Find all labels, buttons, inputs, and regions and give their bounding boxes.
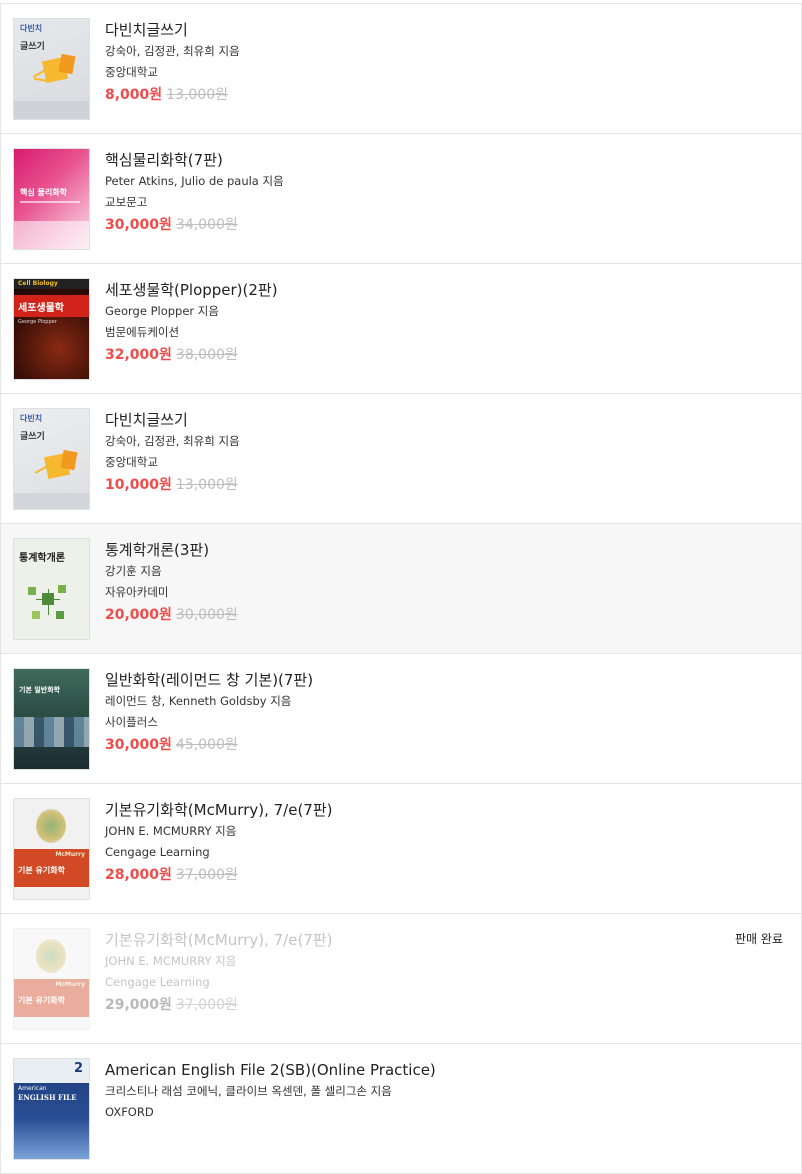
sale-price: 10,000원	[105, 477, 172, 493]
cover-text: 글쓰기	[20, 432, 45, 442]
book-publisher: 교보문고	[105, 195, 148, 209]
cover-text: 통계학개론	[19, 553, 65, 564]
sale-price: 8,000원	[105, 87, 163, 103]
book-publisher: Cengage Learning	[105, 845, 210, 859]
book-author: JOHN E. MCMURRY 지음	[105, 954, 237, 968]
original-price: 37,000원	[175, 867, 238, 883]
cover-text: McMurry	[55, 851, 85, 858]
cover-text: George Plopper	[18, 319, 57, 325]
book-title[interactable]: 세포생물학(Plopper)(2판)	[105, 280, 691, 300]
sale-price: 30,000원	[105, 217, 172, 233]
book-cover[interactable]: 2 American ENGLISH FILE	[14, 1059, 89, 1159]
book-item[interactable]: 핵심 물리화학 핵심물리화학(7판) Peter Atkins, Julio d…	[1, 134, 801, 264]
book-title[interactable]: 다빈치글쓰기	[105, 20, 691, 40]
book-author: George Plopper 지음	[105, 304, 219, 318]
book-publisher: 범문에듀케이션	[105, 325, 180, 339]
book-cover[interactable]: 다빈치 글쓰기	[14, 409, 89, 509]
cover-text: 글쓰기	[20, 42, 45, 52]
original-price: 37,000원	[175, 997, 238, 1013]
book-title[interactable]: 통계학개론(3판)	[105, 540, 691, 560]
book-item[interactable]: 2 American ENGLISH FILE American English…	[1, 1044, 801, 1174]
book-cover[interactable]: 다빈치 글쓰기	[14, 19, 89, 119]
cover-text: 기본 유기화학	[18, 996, 65, 1005]
cover-text: Cell Biology	[18, 280, 58, 287]
cover-text: McMurry	[55, 981, 85, 988]
original-price: 30,000원	[175, 607, 238, 623]
book-publisher: 중앙대학교	[105, 65, 158, 79]
cover-text: ENGLISH FILE	[18, 1093, 77, 1102]
book-cover[interactable]: 통계학개론	[14, 539, 89, 639]
original-price: 13,000원	[166, 87, 229, 103]
book-item[interactable]: 통계학개론 통계학개론(3판) 강기훈 지음 자유아카데미 20,000원 30,…	[1, 524, 801, 654]
book-title[interactable]: 기본유기화학(McMurry), 7/e(7판)	[105, 800, 691, 820]
sale-price: 30,000원	[105, 737, 172, 753]
book-author: 강기훈 지음	[105, 564, 162, 578]
cover-text: 세포생물학	[18, 303, 64, 314]
book-item[interactable]: McMurry 기본 유기화학 기본유기화학(McMurry), 7/e(7판)…	[1, 784, 801, 914]
original-price: 13,000원	[175, 477, 238, 493]
sale-price: 20,000원	[105, 607, 172, 623]
sale-price: 28,000원	[105, 867, 172, 883]
book-title[interactable]: 핵심물리화학(7판)	[105, 150, 691, 170]
cover-text: 다빈치	[20, 414, 43, 423]
original-price: 38,000원	[175, 347, 238, 363]
book-author: 레이먼드 창, Kenneth Goldsby 지음	[105, 694, 292, 708]
book-list: 다빈치 글쓰기 다빈치글쓰기 강숙아, 김정관, 최유희 지음 중앙대학교 8,…	[0, 3, 802, 1174]
book-item[interactable]: Cell Biology 세포생물학 George Plopper 세포생물학(…	[1, 264, 801, 394]
book-publisher: Cengage Learning	[105, 975, 210, 989]
book-cover[interactable]: McMurry 기본 유기화학	[14, 799, 89, 899]
sale-price: 32,000원	[105, 347, 172, 363]
book-item[interactable]: 기본 일반화학 일반화학(레이먼드 창 기본)(7판) 레이먼드 창, Kenn…	[1, 654, 801, 784]
book-title[interactable]: 다빈치글쓰기	[105, 410, 691, 430]
sale-price: 29,000원	[105, 997, 172, 1013]
cover-text: American	[18, 1085, 47, 1092]
sold-out-badge: 판매 완료	[735, 932, 783, 946]
book-author: 크리스티나 래섬 코에닉, 클라이브 옥센덴, 폴 셀리그손 지음	[105, 1084, 392, 1098]
book-item[interactable]: 다빈치 글쓰기 다빈치글쓰기 강숙아, 김정관, 최유희 지음 중앙대학교 8,…	[1, 4, 801, 134]
book-author: 강숙아, 김정관, 최유희 지음	[105, 434, 240, 448]
book-author: Peter Atkins, Julio de paula 지음	[105, 174, 284, 188]
book-cover[interactable]: 기본 일반화학	[14, 669, 89, 769]
cover-text: 다빈치	[20, 24, 43, 33]
book-title[interactable]: 기본유기화학(McMurry), 7/e(7판)	[105, 930, 691, 950]
book-author: 강숙아, 김정관, 최유희 지음	[105, 44, 240, 58]
cover-text: 기본 유기화학	[18, 866, 65, 875]
book-cover[interactable]: 핵심 물리화학	[14, 149, 89, 249]
book-cover[interactable]: McMurry 기본 유기화학	[14, 929, 89, 1029]
original-price: 34,000원	[175, 217, 238, 233]
book-title[interactable]: American English File 2(SB)(Online Pract…	[105, 1060, 691, 1080]
book-publisher: 자유아카데미	[105, 585, 169, 599]
book-publisher: 사이플러스	[105, 715, 158, 729]
book-item[interactable]: 다빈치 글쓰기 다빈치글쓰기 강숙아, 김정관, 최유희 지음 중앙대학교 10…	[1, 394, 801, 524]
original-price: 45,000원	[175, 737, 238, 753]
book-item-soldout[interactable]: McMurry 기본 유기화학 기본유기화학(McMurry), 7/e(7판)…	[1, 914, 801, 1044]
cover-text: 2	[73, 1061, 83, 1076]
book-title[interactable]: 일반화학(레이먼드 창 기본)(7판)	[105, 670, 691, 690]
book-cover[interactable]: Cell Biology 세포생물학 George Plopper	[14, 279, 89, 379]
book-publisher: OXFORD	[105, 1105, 154, 1119]
cover-text: 핵심 물리화학	[20, 188, 67, 197]
book-author: JOHN E. MCMURRY 지음	[105, 824, 237, 838]
book-publisher: 중앙대학교	[105, 455, 158, 469]
cover-text: 기본 일반화학	[19, 686, 61, 694]
